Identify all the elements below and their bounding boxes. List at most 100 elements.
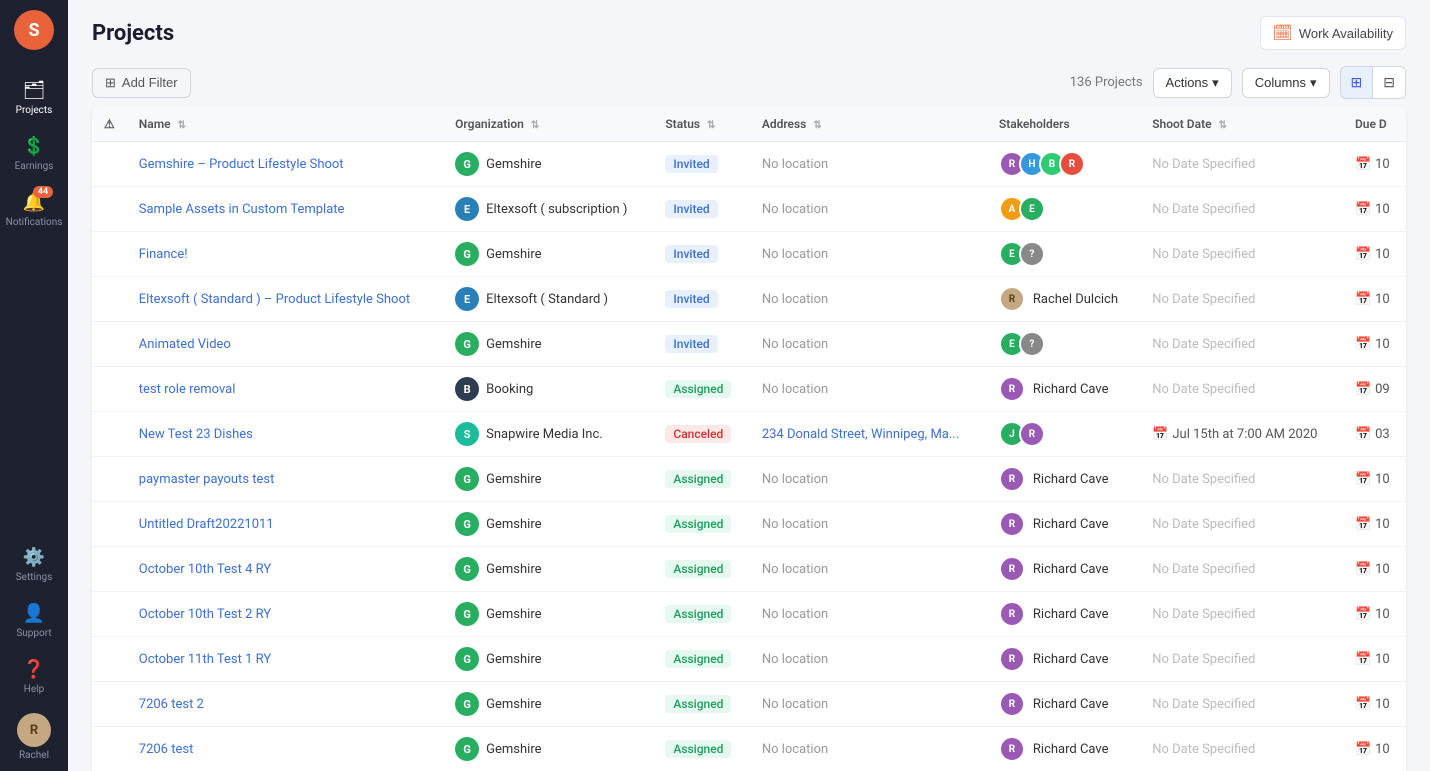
sidebar-item-help[interactable]: ❓ Help: [0, 649, 68, 705]
status-badge: Assigned: [665, 605, 731, 623]
stakeholder-name: Richard Cave: [1033, 697, 1109, 712]
org-avatar: G: [455, 692, 479, 716]
status-badge: Canceled: [665, 425, 731, 443]
stakeholders-cell: AE: [987, 187, 1140, 232]
stakeholders-cell: RRachel Dulcich: [987, 277, 1140, 322]
shoot-date-cell: No Date Specified: [1140, 457, 1343, 502]
due-date-cell: 📅10: [1343, 322, 1406, 367]
th-due-date[interactable]: Due D: [1343, 107, 1406, 142]
status-cell: Assigned: [653, 637, 749, 682]
shoot-date-label: No Date Specified: [1152, 472, 1255, 487]
filter-icon: ⊞: [105, 75, 116, 91]
project-name-cell: October 10th Test 2 RY: [127, 592, 443, 637]
project-name-link[interactable]: Gemshire – Product Lifestyle Shoot: [139, 157, 344, 172]
status-cell: Canceled: [653, 412, 749, 457]
project-name-link[interactable]: 7206 test: [139, 742, 194, 757]
org-cell: GGemshire: [443, 232, 653, 277]
app-logo[interactable]: S: [14, 10, 54, 50]
warn-cell: [92, 682, 127, 727]
project-name-link[interactable]: Sample Assets in Custom Template: [139, 202, 345, 217]
due-date-cell: 📅10: [1343, 682, 1406, 727]
org-avatar: E: [455, 197, 479, 221]
projects-table-wrapper: ⚠ Name ⇅ Organization ⇅ Status ⇅ Address…: [68, 107, 1430, 771]
status-cell: Assigned: [653, 502, 749, 547]
project-name-link[interactable]: paymaster payouts test: [139, 472, 275, 487]
actions-button[interactable]: Actions ▾: [1153, 68, 1232, 98]
main-content: Projects 🗓 Work Availability ⊞ Add Filte…: [68, 0, 1430, 771]
address-cell: No location: [750, 502, 987, 547]
th-address[interactable]: Address ⇅: [750, 107, 987, 142]
org-cell: GGemshire: [443, 457, 653, 502]
add-filter-button[interactable]: ⊞ Add Filter: [92, 68, 191, 98]
actions-label: Actions: [1166, 75, 1209, 90]
stakeholder-avatar: ?: [1019, 241, 1045, 267]
columns-button[interactable]: Columns ▾: [1242, 68, 1330, 98]
grid-view-button[interactable]: ⊞: [1341, 67, 1374, 98]
work-availability-button[interactable]: 🗓 Work Availability: [1260, 16, 1406, 50]
sidebar-item-support[interactable]: 👤 Support: [0, 593, 68, 649]
stakeholder-name: Richard Cave: [1033, 562, 1109, 577]
status-badge: Invited: [665, 200, 717, 218]
due-date-label: 📅10: [1355, 337, 1390, 352]
due-date-cell: 📅10: [1343, 187, 1406, 232]
user-avatar-wrap[interactable]: R Rachel: [17, 713, 51, 761]
th-stakeholders[interactable]: Stakeholders: [987, 107, 1140, 142]
th-status[interactable]: Status ⇅: [653, 107, 749, 142]
due-date-cell: 📅10: [1343, 592, 1406, 637]
project-name-link[interactable]: Untitled Draft20221011: [139, 517, 274, 532]
address-cell: No location: [750, 592, 987, 637]
sidebar-item-settings[interactable]: ⚙️ Settings: [0, 537, 68, 593]
project-name-link[interactable]: October 11th Test 1 RY: [139, 652, 271, 667]
stakeholders-cell: RRichard Cave: [987, 682, 1140, 727]
sidebar-item-earnings[interactable]: 💲 Earnings: [0, 126, 68, 182]
calendar-icon: 📅: [1355, 697, 1371, 712]
org-cell: GGemshire: [443, 142, 653, 187]
project-name-link[interactable]: test role removal: [139, 382, 236, 397]
warn-cell: [92, 187, 127, 232]
org-cell: GGemshire: [443, 727, 653, 771]
due-date-label: 📅10: [1355, 607, 1390, 622]
sidebar-item-notifications[interactable]: 🔔 44 Notifications: [0, 182, 68, 238]
due-date-label: 📅10: [1355, 157, 1390, 172]
org-name: Gemshire: [486, 652, 541, 667]
table-row: test role removalBBookingAssignedNo loca…: [92, 367, 1406, 412]
address-link[interactable]: 234 Donald Street, Winnipeg, Ma...: [762, 427, 959, 442]
stakeholder-avatar: E: [1019, 196, 1045, 222]
no-location-label: No location: [762, 202, 828, 217]
warn-cell: [92, 637, 127, 682]
project-name-link[interactable]: New Test 23 Dishes: [139, 427, 253, 442]
th-name[interactable]: Name ⇅: [127, 107, 443, 142]
no-location-label: No location: [762, 472, 828, 487]
status-cell: Invited: [653, 232, 749, 277]
project-name-link[interactable]: October 10th Test 2 RY: [139, 607, 271, 622]
list-view-button[interactable]: ⊟: [1373, 67, 1405, 98]
stakeholders-cell: RRichard Cave: [987, 502, 1140, 547]
th-organization[interactable]: Organization ⇅: [443, 107, 653, 142]
org-cell: BBooking: [443, 367, 653, 412]
sidebar-item-label: Support: [16, 628, 51, 639]
status-cell: Invited: [653, 277, 749, 322]
shoot-date-label: No Date Specified: [1152, 562, 1255, 577]
table-row: Sample Assets in Custom TemplateEEltexso…: [92, 187, 1406, 232]
project-name-link[interactable]: 7206 test 2: [139, 697, 204, 712]
status-cell: Assigned: [653, 457, 749, 502]
sidebar-item-projects[interactable]: 🗂 Projects: [0, 70, 68, 126]
th-shoot-date[interactable]: Shoot Date ⇅: [1140, 107, 1343, 142]
project-name-cell: Gemshire – Product Lifestyle Shoot: [127, 142, 443, 187]
due-date-label: 📅10: [1355, 472, 1390, 487]
shoot-date-cell: 📅Jul 15th at 7:00 AM 2020: [1140, 412, 1343, 457]
calendar-icon: 📅: [1355, 292, 1371, 307]
table-header: ⚠ Name ⇅ Organization ⇅ Status ⇅ Address…: [92, 107, 1406, 142]
calendar-icon: 📅: [1355, 742, 1371, 757]
project-name-link[interactable]: Animated Video: [139, 337, 231, 352]
project-name-cell: Animated Video: [127, 322, 443, 367]
calendar-icon: 📅: [1355, 562, 1371, 577]
shoot-date-label: No Date Specified: [1152, 517, 1255, 532]
project-name-link[interactable]: Eltexsoft ( Standard ) – Product Lifesty…: [139, 292, 410, 307]
status-badge: Assigned: [665, 740, 731, 758]
toolbar-left: ⊞ Add Filter: [92, 68, 191, 98]
org-name: Gemshire: [486, 607, 541, 622]
project-name-link[interactable]: October 10th Test 4 RY: [139, 562, 271, 577]
status-cell: Assigned: [653, 547, 749, 592]
project-name-link[interactable]: Finance!: [139, 247, 188, 262]
